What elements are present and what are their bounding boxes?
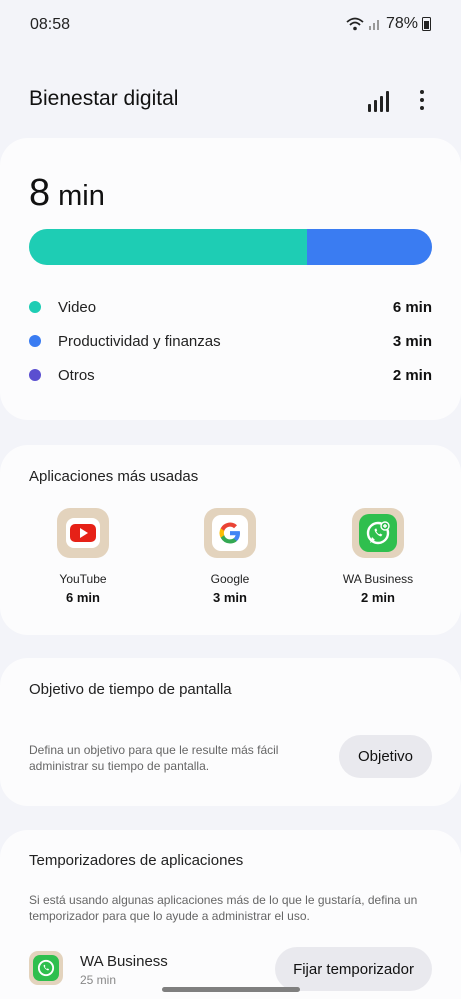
usage-bar xyxy=(29,229,432,265)
app-bar: Bienestar digital xyxy=(0,78,461,122)
app-name: Google xyxy=(210,572,250,586)
usage-summary-card[interactable]: 8 min Video 6 min Productividad y finanz… xyxy=(0,138,461,420)
app-item-google[interactable]: Google 3 min xyxy=(170,508,290,605)
app-item-youtube[interactable]: YouTube 6 min xyxy=(23,508,143,605)
more-options-icon[interactable] xyxy=(406,84,438,116)
youtube-icon xyxy=(57,508,109,558)
whatsapp-business-icon xyxy=(29,951,63,985)
status-icons: 78% xyxy=(346,15,431,33)
most-used-title: Aplicaciones más usadas xyxy=(29,468,199,485)
legend-value: 6 min xyxy=(392,298,432,316)
whatsapp-business-icon xyxy=(352,508,404,558)
wifi-icon xyxy=(346,17,364,31)
page-title: Bienestar digital xyxy=(29,87,179,110)
signal-icon xyxy=(368,20,379,30)
legend-item-productivity: Productividad y finanzas 3 min xyxy=(29,330,432,352)
clock: 08:58 xyxy=(30,16,71,33)
goal-button[interactable]: Objetivo xyxy=(339,735,432,778)
set-timer-button[interactable]: Fijar temporizador xyxy=(275,947,432,991)
battery-icon xyxy=(422,17,431,31)
status-bar: 08:58 78% xyxy=(0,0,461,52)
app-time: 6 min xyxy=(66,590,100,605)
battery-percentage: 78% xyxy=(385,15,418,32)
legend-item-others: Otros 2 min xyxy=(29,364,432,386)
legend-label: Video xyxy=(58,298,97,316)
app-timers-card: Temporizadores de aplicaciones Si está u… xyxy=(0,830,461,999)
app-name: WA Business xyxy=(342,572,414,586)
legend-label: Productividad y finanzas xyxy=(58,332,221,350)
legend-value: 3 min xyxy=(392,332,432,350)
screen-time-goal-card: Objetivo de tiempo de pantalla Defina un… xyxy=(0,658,461,806)
timers-title: Temporizadores de aplicaciones xyxy=(29,852,244,869)
timers-description-line: Si está usando algunas aplicaciones más … xyxy=(29,893,418,907)
usage-bar-segment xyxy=(29,229,308,265)
most-used-apps-card: Aplicaciones más usadas YouTube 6 min Go… xyxy=(0,445,461,635)
legend-value: 2 min xyxy=(392,366,432,384)
usage-bar-segment xyxy=(307,229,432,265)
timer-app-name: WA Business xyxy=(80,953,168,970)
statistics-icon[interactable] xyxy=(362,84,394,116)
app-time: 3 min xyxy=(213,590,247,605)
app-name: YouTube xyxy=(59,572,107,586)
timers-description: Si está usando algunas aplicaciones más … xyxy=(29,892,417,924)
legend-dot xyxy=(29,369,41,381)
legend-dot xyxy=(29,335,41,347)
home-indicator[interactable] xyxy=(162,987,300,992)
timer-app-time: 25 min xyxy=(80,973,117,987)
goal-description-line: Defina un objetivo para que le resulte m… xyxy=(29,743,279,757)
goal-description-line: administrar su tiempo de pantalla. xyxy=(29,759,210,773)
legend-label: Otros xyxy=(58,366,95,384)
goal-title: Objetivo de tiempo de pantalla xyxy=(29,681,232,698)
timers-description-line: temporizador para que lo ayude a adminis… xyxy=(29,909,310,923)
total-usage: 8 min xyxy=(29,172,105,215)
app-time: 2 min xyxy=(361,590,395,605)
google-icon xyxy=(204,508,256,558)
total-usage-number: 8 xyxy=(29,172,51,214)
app-item-wa-business[interactable]: WA Business 2 min xyxy=(318,508,438,605)
legend-dot xyxy=(29,301,41,313)
legend-item-video: Video 6 min xyxy=(29,296,432,318)
goal-description: Defina un objetivo para que le resulte m… xyxy=(29,742,278,774)
total-usage-unit: min xyxy=(58,180,105,212)
